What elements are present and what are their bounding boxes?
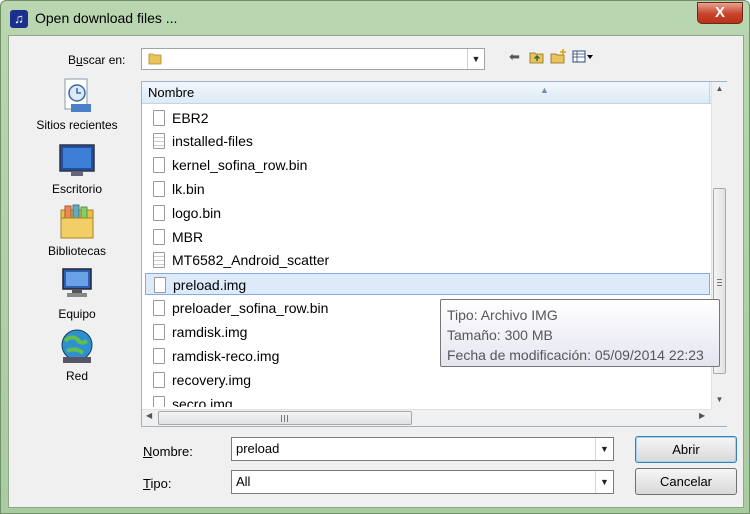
- file-icon: [153, 348, 165, 364]
- file-icon: [153, 396, 165, 407]
- file-name: recovery.img: [172, 372, 252, 388]
- title-bar[interactable]: ♫ Open download files ... X: [1, 1, 749, 35]
- places-bar: Sitios recientes Escritorio Bibliotecas …: [17, 76, 137, 426]
- file-info-tooltip: Tipo: Archivo IMG Tamaño: 300 MB Fecha d…: [440, 299, 720, 367]
- file-row[interactable]: secro.img: [145, 393, 710, 407]
- place-label: Bibliotecas: [47, 244, 107, 258]
- file-icon: [153, 324, 165, 340]
- file-name: logo.bin: [172, 205, 222, 221]
- recent-places-icon: [57, 76, 97, 116]
- libraries-icon: [57, 202, 97, 242]
- chevron-down-icon[interactable]: ▼: [595, 471, 613, 493]
- file-name-value: preload: [236, 441, 280, 456]
- file-row-selected[interactable]: preload.img: [145, 273, 710, 295]
- scroll-corner: [711, 409, 727, 426]
- place-label: Equipo: [58, 307, 96, 321]
- file-name: preloader_sofina_row.bin: [172, 300, 329, 316]
- file-name: ramdisk.img: [172, 324, 248, 340]
- place-label: Red: [65, 369, 88, 383]
- file-icon: [153, 110, 165, 126]
- column-header-name[interactable]: Nombre ▲: [142, 82, 711, 104]
- file-name-field[interactable]: preload ▼: [231, 437, 614, 461]
- place-label: Escritorio: [51, 182, 102, 196]
- file-icon: [153, 181, 165, 197]
- grip-icon: [717, 279, 722, 286]
- open-file-dialog: ♫ Open download files ... X Buscar en: ▼…: [0, 0, 750, 514]
- file-icon: [153, 157, 165, 173]
- app-icon: ♫: [10, 10, 28, 28]
- chevron-down-icon[interactable]: ▼: [595, 438, 613, 460]
- file-name: MBR: [172, 229, 204, 245]
- file-list[interactable]: Nombre ▲ EBR2 installed-files kernel_sof…: [141, 81, 727, 427]
- folder-icon: [148, 53, 162, 65]
- look-in-combo[interactable]: ▼: [141, 48, 485, 70]
- file-name: installed-files: [172, 133, 253, 149]
- file-name: EBR2: [172, 110, 209, 126]
- desktop-icon: [57, 140, 97, 180]
- look-in-label: Buscar en:: [68, 53, 126, 67]
- place-recent[interactable]: Sitios recientes: [17, 76, 137, 132]
- file-row[interactable]: recovery.img: [145, 369, 710, 391]
- file-type-value: All: [236, 474, 251, 489]
- scroll-left-arrow-icon[interactable]: ◀: [146, 411, 152, 420]
- tooltip-type: Tipo: Archivo IMG: [447, 307, 558, 323]
- place-computer[interactable]: Equipo: [17, 265, 137, 321]
- file-icon: [153, 229, 165, 245]
- place-desktop[interactable]: Escritorio: [17, 140, 137, 196]
- back-arrow-icon[interactable]: ⬅: [506, 48, 523, 65]
- new-folder-icon[interactable]: [550, 48, 567, 65]
- place-libraries[interactable]: Bibliotecas: [17, 202, 137, 258]
- text-file-icon: [153, 133, 165, 149]
- place-network[interactable]: Red: [17, 327, 137, 383]
- cancel-button[interactable]: Cancelar: [635, 468, 737, 495]
- file-name: ramdisk-reco.img: [172, 348, 280, 364]
- window-title: Open download files ...: [35, 10, 178, 26]
- open-button[interactable]: Abrir: [635, 436, 737, 463]
- file-name: lk.bin: [172, 181, 205, 197]
- file-name-label: Nombre:: [143, 444, 193, 459]
- file-icon: [153, 300, 165, 316]
- scroll-right-arrow-icon[interactable]: ▶: [699, 411, 705, 420]
- file-name: secro.img: [172, 396, 233, 407]
- file-row[interactable]: lk.bin: [145, 178, 710, 200]
- column-divider[interactable]: [709, 82, 710, 104]
- computer-icon: [57, 265, 97, 305]
- file-icon: [154, 277, 166, 293]
- horizontal-scroll-thumb[interactable]: [158, 411, 412, 425]
- scroll-up-arrow-icon[interactable]: ▲: [712, 84, 727, 93]
- file-name: kernel_sofina_row.bin: [172, 157, 308, 173]
- file-icon: [153, 205, 165, 221]
- column-name-label: Nombre: [148, 85, 195, 100]
- dialog-body: Buscar en: ▼ ⬅ Sitios recientes Escritor…: [8, 35, 744, 508]
- place-label: Sitios recientes: [36, 118, 118, 132]
- file-type-select[interactable]: All ▼: [231, 470, 614, 494]
- file-row[interactable]: kernel_sofina_row.bin: [145, 154, 710, 176]
- view-menu-icon[interactable]: [572, 48, 593, 65]
- file-type-label: Tipo:: [143, 476, 172, 491]
- network-icon: [57, 327, 97, 367]
- sort-ascending-icon: ▲: [540, 85, 549, 95]
- horizontal-scrollbar[interactable]: ◀ ▶: [142, 409, 711, 426]
- file-row[interactable]: EBR2: [145, 107, 710, 129]
- text-file-icon: [153, 252, 165, 268]
- grip-icon: [281, 415, 289, 422]
- tooltip-modified: Fecha de modificación: 05/09/2014 22:23: [447, 347, 704, 363]
- file-name: MT6582_Android_scatter: [172, 252, 330, 268]
- file-name: preload.img: [173, 277, 247, 293]
- up-folder-icon[interactable]: [528, 48, 545, 65]
- file-row[interactable]: MT6582_Android_scatter: [145, 249, 710, 271]
- file-row[interactable]: logo.bin: [145, 202, 710, 224]
- file-icon: [153, 372, 165, 388]
- close-button[interactable]: X: [697, 2, 743, 24]
- scroll-down-arrow-icon[interactable]: ▼: [712, 395, 727, 404]
- toolbar: ⬅: [506, 48, 593, 66]
- chevron-down-icon[interactable]: ▼: [467, 49, 484, 69]
- file-row[interactable]: MBR: [145, 226, 710, 248]
- file-row[interactable]: installed-files: [145, 130, 710, 152]
- tooltip-size: Tamaño: 300 MB: [447, 327, 553, 343]
